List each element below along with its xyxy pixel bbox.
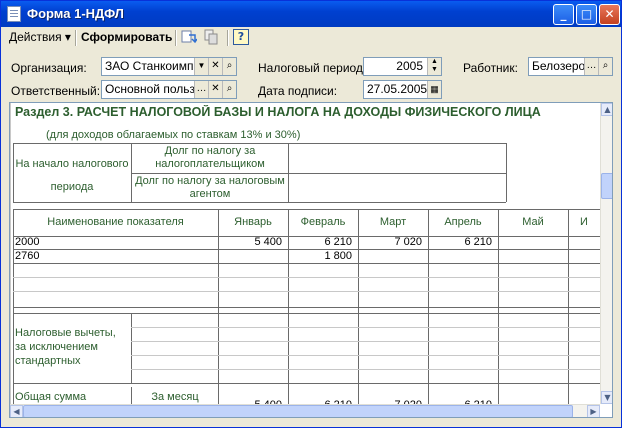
row-value: 1 800	[324, 250, 352, 262]
horizontal-scroll-thumb[interactable]	[23, 405, 573, 417]
section-subtitle: (для доходов облагаемых по ставкам 13% и…	[46, 129, 301, 141]
scroll-left-icon[interactable]: ◀	[10, 405, 23, 417]
period-label: Налоговый период:	[258, 61, 367, 75]
month-header: Май	[522, 216, 544, 228]
org-label: Организация:	[11, 61, 87, 75]
month-header: Апрель	[444, 216, 482, 228]
indicator-column-header: Наименование показателя	[47, 216, 184, 228]
scroll-down-icon[interactable]: ▼	[601, 391, 612, 404]
deductions-label-3: стандартных	[15, 355, 81, 367]
select-icon[interactable]: …	[584, 58, 598, 75]
month-header: Март	[379, 216, 407, 228]
sign-date-label: Дата подписи:	[258, 84, 338, 98]
period-start-label-2: периода	[50, 181, 94, 193]
row-code: 2760	[15, 250, 40, 262]
close-button[interactable]: ✕	[599, 4, 620, 25]
clear-icon[interactable]: ✕	[208, 58, 222, 75]
search-icon[interactable]: ⌕	[222, 58, 236, 75]
employee-label: Работник:	[463, 61, 518, 75]
report-document[interactable]: Раздел 3. РАСЧЕТ НАЛОГОВОЙ БАЗЫ И НАЛОГА…	[9, 102, 613, 418]
period-value: 2005	[396, 59, 423, 73]
period-field[interactable]: 2005 ▲ ▼	[363, 57, 442, 76]
month-header: Январь	[234, 216, 272, 228]
toolbar-separator	[227, 30, 229, 46]
employee-field[interactable]: Белозеров … ⌕	[528, 57, 613, 76]
generate-button[interactable]: Сформировать	[77, 28, 176, 47]
per-month-label: За месяц	[151, 391, 199, 403]
period-start-label-1: На начало налогового	[15, 158, 129, 170]
clear-icon[interactable]: ✕	[208, 81, 222, 98]
refresh-icon[interactable]	[181, 29, 197, 45]
row-value: 5 400	[254, 236, 282, 248]
copy-icon[interactable]	[203, 29, 219, 45]
calendar-icon[interactable]: ▦	[427, 81, 441, 98]
row-code: 2000	[15, 236, 40, 248]
help-icon[interactable]: ?	[233, 29, 249, 45]
month-header: Февраль	[300, 216, 346, 228]
debt-taxpayer-label-2: налогоплательщиком	[155, 158, 265, 170]
employee-value: Белозеров	[532, 59, 592, 73]
actions-menu[interactable]: Действия ▾	[5, 28, 75, 47]
responsible-label: Ответственный:	[11, 84, 101, 98]
vertical-scroll-thumb[interactable]	[601, 173, 612, 199]
title-bar: Форма 1-НДФЛ _ □ ✕	[1, 1, 621, 27]
scroll-up-icon[interactable]: ▲	[601, 103, 612, 116]
row-value: 6 210	[324, 236, 352, 248]
row-value: 7 020	[394, 236, 422, 248]
section-title: Раздел 3. РАСЧЕТ НАЛОГОВОЙ БАЗЫ И НАЛОГА…	[15, 105, 541, 119]
dropdown-icon[interactable]: ▼	[194, 58, 208, 75]
debt-agent-label-1: Долг по налогу за налоговым	[135, 175, 285, 187]
form-window: Форма 1-НДФЛ _ □ ✕ Действия ▾ Сформирова…	[0, 0, 622, 428]
toolbar: Действия ▾ Сформировать ?	[5, 27, 617, 49]
vertical-scrollbar[interactable]: ▲ ▼	[600, 103, 612, 404]
row-value: 6 210	[464, 236, 492, 248]
sign-date-value: 27.05.2005	[367, 82, 428, 96]
org-field[interactable]: ЗАО Станкоимпорт ▼ ✕ ⌕	[101, 57, 237, 76]
minimize-button[interactable]: _	[553, 4, 574, 25]
search-icon[interactable]: ⌕	[222, 81, 236, 98]
form-icon	[7, 6, 21, 22]
total-label: Общая сумма	[15, 391, 87, 403]
month-header: И	[580, 216, 588, 228]
spin-icon[interactable]: ▲ ▼	[427, 58, 441, 75]
search-icon[interactable]: ⌕	[598, 58, 612, 75]
deductions-label-2: за исключением	[15, 341, 98, 353]
window-title: Форма 1-НДФЛ	[27, 6, 124, 21]
debt-agent-label-2: агентом	[189, 188, 231, 200]
scroll-right-icon[interactable]: ▶	[587, 405, 600, 417]
select-icon[interactable]: …	[194, 81, 208, 98]
sign-date-field[interactable]: 27.05.2005 ▦	[363, 80, 442, 99]
horizontal-scrollbar[interactable]: ◀ ▶	[10, 404, 600, 417]
deductions-label-1: Налоговые вычеты,	[15, 327, 116, 339]
toolbar-separator	[175, 30, 177, 46]
responsible-field[interactable]: Основной пользователь … ✕ ⌕	[101, 80, 237, 99]
debt-taxpayer-label-1: Долг по налогу за	[164, 145, 256, 157]
maximize-button[interactable]: □	[576, 4, 597, 25]
